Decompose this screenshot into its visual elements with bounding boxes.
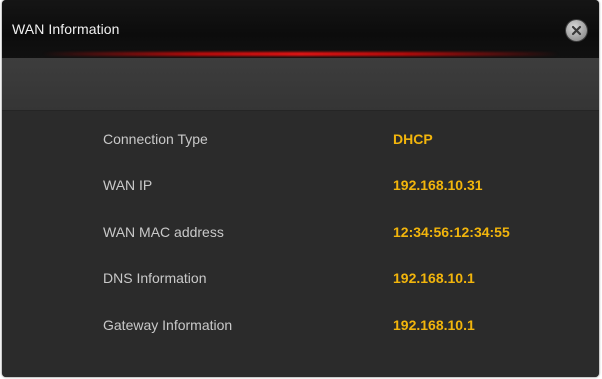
- close-button[interactable]: [566, 20, 587, 41]
- row-wan-mac: WAN MAC address 12:34:56:12:34:55: [2, 222, 599, 242]
- dns-information-label: DNS Information: [103, 270, 207, 286]
- gateway-information-value: 192.168.10.1: [393, 317, 475, 333]
- wan-ip-value: 192.168.10.31: [393, 177, 483, 193]
- close-icon: [571, 25, 582, 36]
- gateway-information-label: Gateway Information: [103, 317, 233, 333]
- wan-ip-label: WAN IP: [103, 177, 153, 193]
- connection-type-label: Connection Type: [103, 131, 208, 147]
- row-dns: DNS Information 192.168.10.1: [2, 268, 599, 288]
- connection-type-value: DHCP: [393, 131, 433, 147]
- row-connection-type: Connection Type DHCP: [2, 129, 599, 149]
- dialog-title: WAN Information: [12, 21, 120, 37]
- wan-mac-label: WAN MAC address: [103, 224, 224, 240]
- row-wan-ip: WAN IP 192.168.10.31: [2, 175, 599, 195]
- wan-info-content: Connection Type DHCP WAN IP 192.168.10.3…: [2, 111, 599, 377]
- wan-information-dialog: WAN Information Connection Type DHCP WAN…: [2, 0, 599, 377]
- title-accent-line: [42, 52, 559, 56]
- subheader-bar: [2, 58, 599, 111]
- dns-information-value: 192.168.10.1: [393, 270, 475, 286]
- title-bar: WAN Information: [2, 0, 599, 58]
- row-gateway: Gateway Information 192.168.10.1: [2, 315, 599, 335]
- wan-mac-value: 12:34:56:12:34:55: [393, 224, 510, 240]
